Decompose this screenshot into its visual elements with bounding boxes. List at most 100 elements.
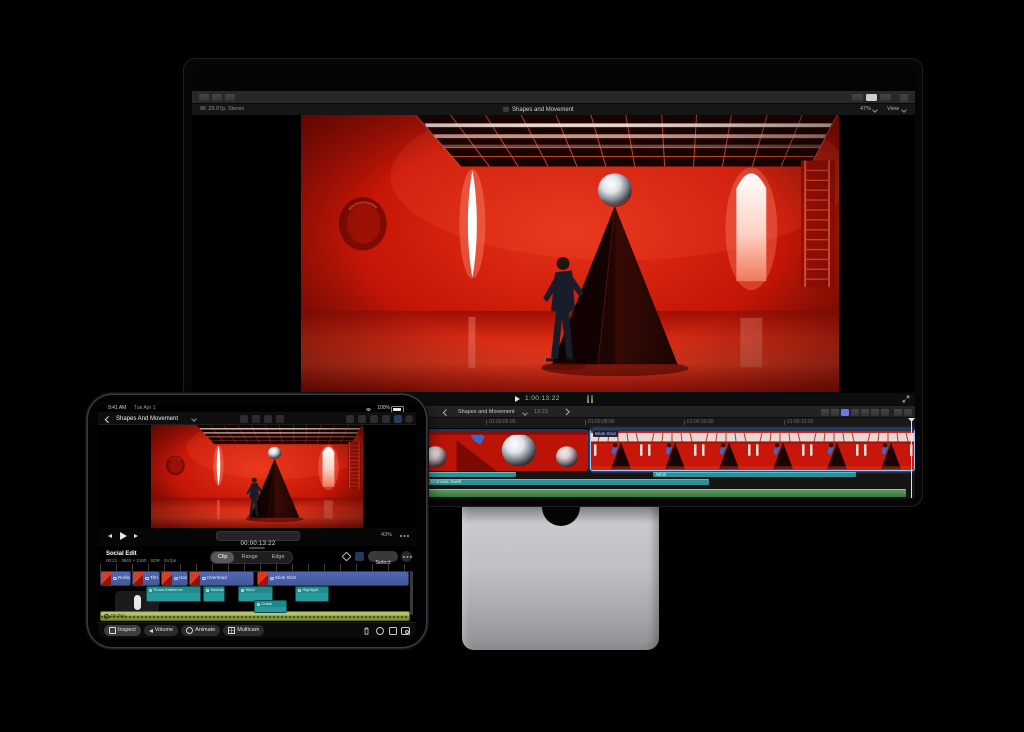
audio-meter[interactable] bbox=[587, 395, 589, 403]
timeline-index-icon[interactable] bbox=[821, 409, 829, 416]
connect-icon[interactable] bbox=[831, 409, 839, 416]
video-clip[interactable]: Tilt Up bbox=[132, 571, 160, 586]
panel-drag-handle[interactable] bbox=[249, 547, 265, 550]
clip-name-label: Overhead bbox=[207, 576, 227, 581]
chevron-down-icon bbox=[901, 107, 907, 113]
mode-clip[interactable]: Clip bbox=[211, 552, 234, 563]
jog-handle[interactable] bbox=[134, 595, 141, 610]
video-clip-wide-shot[interactable]: Wide Shot bbox=[590, 429, 915, 471]
animate-icon bbox=[186, 627, 193, 634]
timeline-toggle-icon[interactable] bbox=[866, 94, 877, 101]
trim-icon[interactable] bbox=[881, 409, 889, 416]
mode-range[interactable]: Range bbox=[234, 552, 264, 563]
mac-viewer bbox=[192, 115, 915, 393]
audio-clip-whirl[interactable] bbox=[653, 472, 856, 477]
ruler-tick: 01:00:06:00 bbox=[486, 420, 515, 425]
video-clip[interactable]: Overhead bbox=[189, 571, 254, 586]
video-clip[interactable]: Hands bbox=[161, 571, 188, 586]
clip-icon bbox=[241, 589, 244, 592]
export-icon[interactable] bbox=[389, 627, 397, 635]
multicam-button[interactable]: Multicam bbox=[223, 625, 264, 636]
voiceover-mic-icon[interactable] bbox=[264, 415, 272, 423]
timeline-project[interactable]: Shapes and Movement bbox=[458, 410, 515, 416]
capture-icon[interactable] bbox=[240, 415, 248, 423]
select-button[interactable]: Select bbox=[368, 551, 398, 562]
format-info: 8K 29.97p, Stereo bbox=[200, 107, 244, 113]
project-meta: 00:21 · 3840 × 2160 · SDR · 24 fps bbox=[106, 559, 176, 564]
help-icon[interactable] bbox=[405, 415, 413, 423]
chevron-down-icon bbox=[522, 410, 528, 416]
ruler-tick: 01:00:12:00 bbox=[784, 420, 813, 425]
clip-name-label: Room Ambience bbox=[154, 588, 183, 592]
timeline-scrollbar[interactable] bbox=[410, 571, 413, 615]
keyframe-icon[interactable] bbox=[342, 552, 352, 562]
more-icon[interactable] bbox=[401, 551, 412, 562]
clip-icon bbox=[270, 577, 274, 581]
audio-clip[interactable]: Room Ambience bbox=[146, 586, 201, 602]
undo-icon[interactable] bbox=[346, 415, 354, 423]
video-clip[interactable]: Rolling Ball bbox=[100, 571, 131, 586]
background-tasks-icon[interactable] bbox=[225, 94, 235, 101]
browser-toggle-icon[interactable] bbox=[852, 94, 863, 101]
connect-camera-icon[interactable] bbox=[401, 627, 410, 635]
import-icon[interactable] bbox=[276, 415, 284, 423]
view-menu[interactable]: View bbox=[887, 107, 899, 113]
skimming-icon[interactable] bbox=[894, 409, 902, 416]
insert-icon[interactable] bbox=[841, 409, 849, 416]
ipad-bottom-toolbar: Inspect Volume Animate Multicam bbox=[98, 622, 416, 638]
clip-name-label: Wide Shot bbox=[593, 431, 618, 437]
audio-clip[interactable]: Crash bbox=[254, 600, 287, 613]
display-options-icon[interactable] bbox=[382, 415, 390, 423]
video-clip[interactable]: Wide Shot bbox=[257, 571, 409, 586]
skip-back-icon[interactable] bbox=[108, 534, 112, 538]
fullscreen-icon[interactable] bbox=[902, 395, 910, 403]
clip-icon bbox=[113, 577, 117, 581]
viewer-zoom-value[interactable]: 43% bbox=[381, 533, 392, 539]
skip-forward-icon[interactable] bbox=[134, 534, 138, 538]
audio-meter[interactable] bbox=[591, 395, 593, 403]
import-media-icon[interactable] bbox=[199, 94, 209, 101]
video-frame bbox=[151, 425, 363, 528]
clip-name-label: Tilt Up bbox=[150, 576, 160, 581]
clip-thumbnail bbox=[133, 572, 143, 585]
audio-clip[interactable]: Swoosh bbox=[203, 586, 225, 602]
clip-name-label: Wind bbox=[246, 588, 255, 592]
browser-icon[interactable] bbox=[252, 415, 260, 423]
clip-name-label: Wide Shot bbox=[275, 576, 296, 581]
tools-menu-icon[interactable] bbox=[871, 409, 879, 416]
more-icon[interactable] bbox=[400, 535, 402, 537]
play-icon[interactable] bbox=[515, 396, 520, 402]
back-icon[interactable] bbox=[105, 416, 111, 422]
volume-button[interactable]: Volume bbox=[144, 625, 178, 636]
screen-mirroring-icon[interactable] bbox=[394, 415, 402, 423]
animate-button[interactable]: Animate bbox=[181, 625, 220, 636]
viewer-zoom-value[interactable]: 47% bbox=[860, 107, 871, 113]
clip-icon bbox=[202, 577, 206, 581]
append-icon[interactable] bbox=[851, 409, 859, 416]
overwrite-icon[interactable] bbox=[861, 409, 869, 416]
clip-name-label: Rolling Ball bbox=[118, 576, 131, 581]
audio-meter-icon[interactable] bbox=[376, 627, 384, 635]
viewer-quality-icon[interactable] bbox=[358, 415, 366, 423]
clip-thumbnail bbox=[101, 572, 111, 585]
magnetic-timeline-icon[interactable] bbox=[355, 552, 364, 561]
playhead[interactable] bbox=[911, 418, 912, 498]
play-icon[interactable] bbox=[120, 532, 127, 540]
keyword-editor-icon[interactable] bbox=[212, 94, 222, 101]
edit-mode-segmented-control[interactable]: Clip Range Edge bbox=[210, 551, 293, 564]
snapping-icon[interactable] bbox=[904, 409, 912, 416]
music-note-icon bbox=[104, 614, 109, 619]
ipad-transport: 00:00:13:22 43% bbox=[98, 528, 416, 546]
inspect-button[interactable]: Inspect bbox=[104, 625, 141, 636]
timeline-forward-icon[interactable] bbox=[563, 409, 569, 415]
fullscreen-icon[interactable] bbox=[370, 415, 378, 423]
ipad: 9:41 AM Tue Apr 1 100% Shapes And Moveme… bbox=[88, 395, 426, 647]
ipad-screen: 9:41 AM Tue Apr 1 100% Shapes And Moveme… bbox=[98, 404, 416, 638]
delete-icon[interactable] bbox=[363, 627, 370, 635]
inspector-toggle-icon[interactable] bbox=[880, 94, 891, 101]
nav-title[interactable]: Shapes And Movement bbox=[116, 416, 178, 422]
audio-clip[interactable]: Highlight bbox=[295, 586, 329, 602]
share-icon[interactable] bbox=[900, 94, 908, 102]
mode-edge[interactable]: Edge bbox=[265, 552, 292, 563]
timeline-back-icon[interactable] bbox=[443, 409, 449, 415]
